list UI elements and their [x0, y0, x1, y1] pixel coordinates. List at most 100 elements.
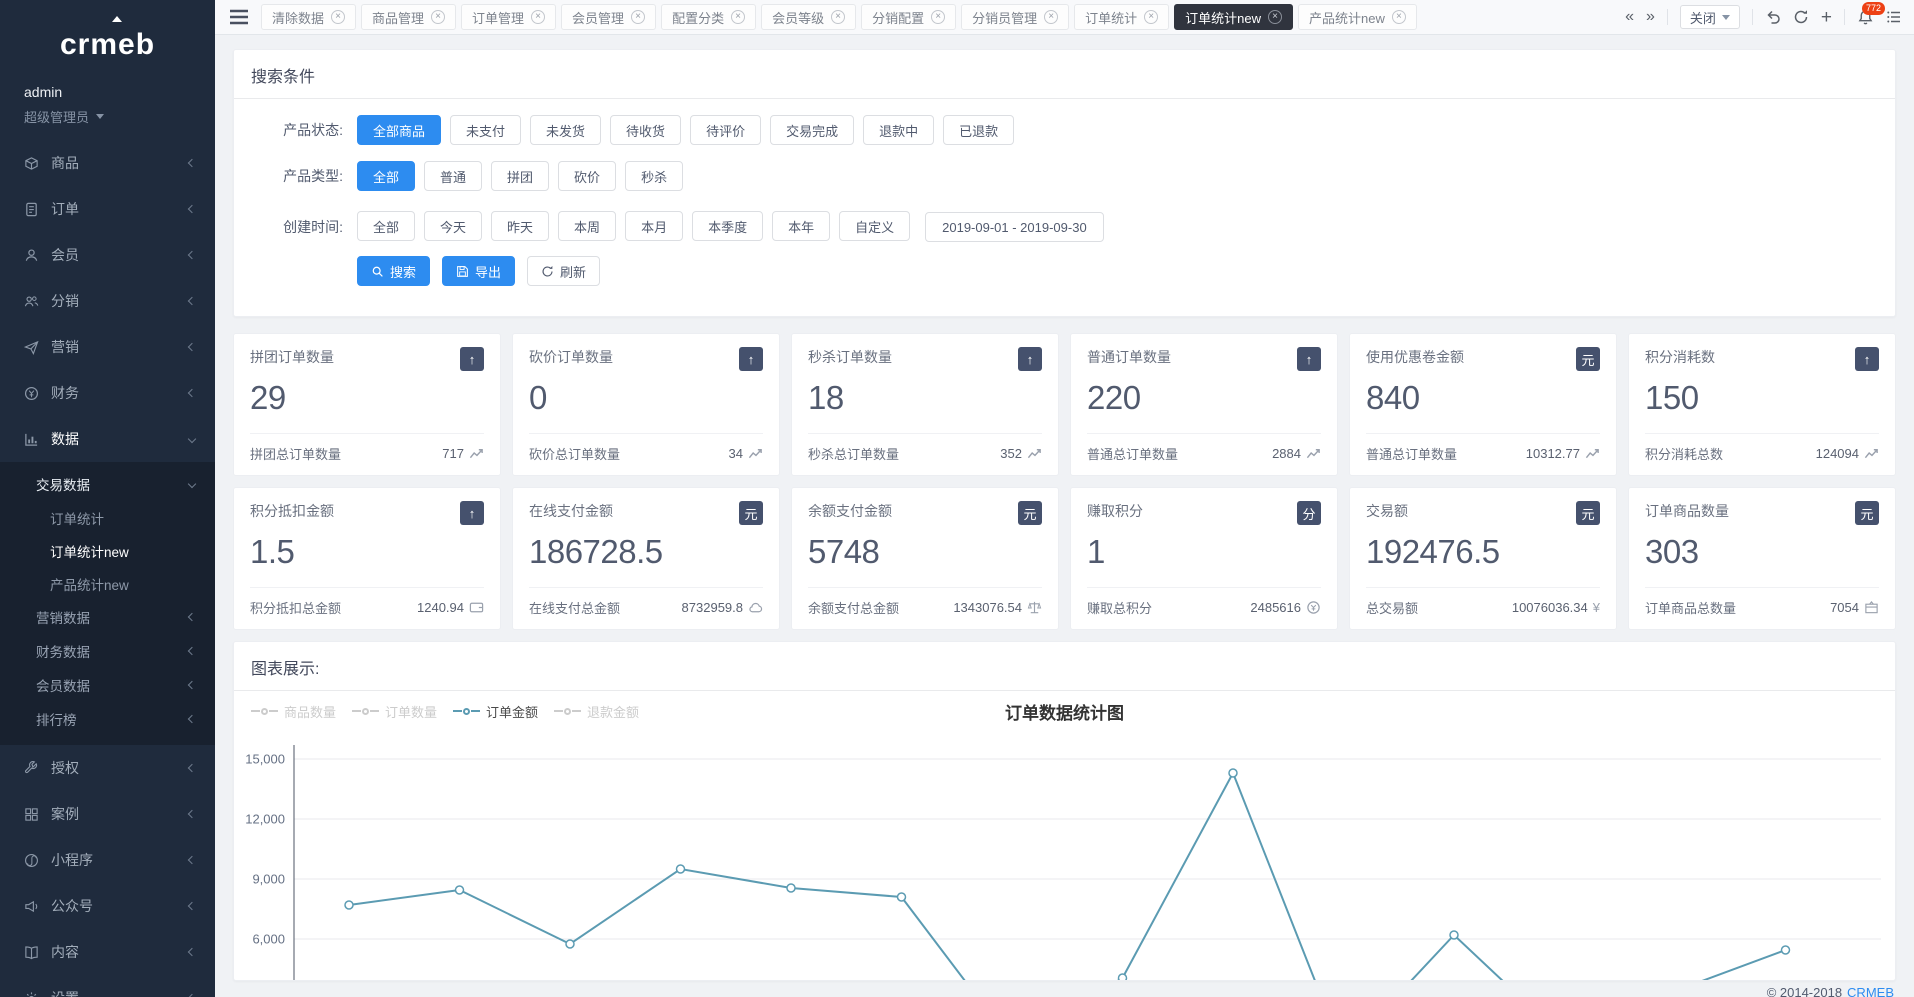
tab-close-icon[interactable]: ×	[331, 10, 345, 24]
tab-close-icon[interactable]: ×	[931, 10, 945, 24]
scroll-tabs-left-icon[interactable]: «	[1625, 9, 1634, 25]
sidebar-item-marketing[interactable]: 营销	[0, 324, 215, 370]
sidebar-item-marketing-data[interactable]: 营销数据	[0, 600, 215, 634]
sidebar-item-label: 公众号	[51, 896, 93, 916]
export-button[interactable]: 导出	[442, 256, 515, 286]
legend-item-refund-amount[interactable]: 退款金额	[554, 702, 639, 721]
tab-close-icon[interactable]: ×	[431, 10, 445, 24]
filter-create-time-option-3[interactable]: 本周	[558, 211, 616, 241]
sidebar-item-case[interactable]: 案例	[0, 791, 215, 837]
filter-create-time-option-1[interactable]: 今天	[424, 211, 482, 241]
coin-icon	[1306, 600, 1321, 615]
tab-close-icon[interactable]: ×	[731, 10, 745, 24]
filter-product-type-option-4[interactable]: 秒杀	[625, 161, 683, 191]
filter-create-time-option-7[interactable]: 自定义	[839, 211, 910, 241]
crmeb-link[interactable]: CRMEB	[1847, 985, 1894, 997]
tab-5[interactable]: 会员等级 ×	[761, 4, 856, 30]
stat-card-sub-value: 7054	[1830, 600, 1879, 615]
filter-create-time-option-5[interactable]: 本季度	[692, 211, 763, 241]
arrow-up-badge-icon: ↑	[1855, 347, 1879, 371]
filter-create-time-option-4[interactable]: 本月	[625, 211, 683, 241]
sidebar-item-finance[interactable]: 财务	[0, 370, 215, 416]
sidebar-item-member[interactable]: 会员	[0, 232, 215, 278]
close-tabs-dropdown[interactable]: 关闭	[1680, 5, 1740, 29]
tab-close-icon[interactable]: ×	[831, 10, 845, 24]
refresh-button[interactable]: 刷新	[527, 256, 600, 286]
tab-label: 清除数据	[272, 8, 324, 27]
sidebar-item-auth[interactable]: 授权	[0, 745, 215, 791]
tab-0[interactable]: 清除数据 ×	[261, 4, 356, 30]
stat-card-value: 5748	[808, 533, 1042, 571]
tab-close-icon[interactable]: ×	[631, 10, 645, 24]
sidebar-item-product-stats-new[interactable]: 产品统计new	[0, 567, 215, 600]
tab-2[interactable]: 订单管理 ×	[461, 4, 556, 30]
sidebar-item-settings[interactable]: 设置	[0, 975, 215, 997]
sidebar-item-finance-data[interactable]: 财务数据	[0, 634, 215, 668]
sidebar-item-order-stats[interactable]: 订单统计	[0, 501, 215, 534]
refresh-icon[interactable]	[1793, 9, 1809, 25]
filter-product-status-option-1[interactable]: 未支付	[450, 115, 521, 145]
hamburger-icon[interactable]	[227, 5, 251, 29]
sidebar-item-label: 分销	[51, 291, 79, 311]
undo-icon[interactable]	[1765, 9, 1781, 25]
legend-item-order-count[interactable]: 订单数量	[352, 702, 437, 721]
sidebar-item-content[interactable]: 内容	[0, 929, 215, 975]
sidebar-item-trade-data[interactable]: 交易数据	[0, 467, 215, 501]
legend-item-order-amount[interactable]: 订单金额	[453, 702, 538, 721]
sidebar-item-miniapp[interactable]: 小程序	[0, 837, 215, 883]
tab-close-icon[interactable]: ×	[1144, 10, 1158, 24]
tab-10[interactable]: 产品统计new ×	[1298, 4, 1417, 30]
filter-product-type-option-1[interactable]: 普通	[424, 161, 482, 191]
scroll-tabs-right-icon[interactable]: »	[1646, 9, 1655, 25]
filter-create-time-option-0[interactable]: 全部	[357, 211, 415, 241]
refresh-button-label: 刷新	[560, 262, 586, 281]
tab-9[interactable]: 订单统计new ×	[1174, 4, 1293, 30]
add-tab-icon[interactable]: +	[1821, 8, 1832, 27]
notifications-bell-icon[interactable]: 772	[1857, 9, 1874, 26]
send-icon	[24, 340, 39, 355]
sidebar-item-data[interactable]: 数据	[0, 416, 215, 462]
tab-close-icon[interactable]: ×	[531, 10, 545, 24]
filter-create-time-option-6[interactable]: 本年	[772, 211, 830, 241]
filter-product-type-option-0[interactable]: 全部	[357, 161, 415, 191]
tab-1[interactable]: 商品管理 ×	[361, 4, 456, 30]
arrow-up-badge-icon: ↑	[739, 347, 763, 371]
tab-close-icon[interactable]: ×	[1392, 10, 1406, 24]
sidebar-item-ranking[interactable]: 排行榜	[0, 702, 215, 736]
sidebar-item-distribution[interactable]: 分销	[0, 278, 215, 324]
tab-close-icon[interactable]: ×	[1044, 10, 1058, 24]
sidebar-item-order-stats-new[interactable]: 订单统计new	[0, 534, 215, 567]
sidebar-item-member-data[interactable]: 会员数据	[0, 668, 215, 702]
sidebar-item-official-account[interactable]: 公众号	[0, 883, 215, 929]
sidebar-item-order[interactable]: 订单	[0, 186, 215, 232]
filter-product-type-option-2[interactable]: 拼团	[491, 161, 549, 191]
filter-product-status-option-2[interactable]: 未发货	[530, 115, 601, 145]
box-icon	[1864, 600, 1879, 615]
sidebar-item-product[interactable]: 商品	[0, 140, 215, 186]
filter-product-status-option-7[interactable]: 已退款	[943, 115, 1014, 145]
stat-card-sub-value: 352	[1000, 446, 1042, 461]
list-menu-icon[interactable]	[1886, 9, 1902, 25]
legend-label: 商品数量	[284, 702, 336, 721]
tab-7[interactable]: 分销员管理 ×	[961, 4, 1069, 30]
search-button[interactable]: 搜索	[357, 256, 430, 286]
date-range-input[interactable]: 2019-09-01 - 2019-09-30	[925, 212, 1104, 242]
legend-item-product-count[interactable]: 商品数量	[251, 702, 336, 721]
user-role-dropdown[interactable]: 超级管理员	[24, 107, 191, 126]
stat-card-value: 840	[1366, 379, 1600, 417]
legend-marker	[471, 710, 480, 712]
tab-close-icon[interactable]: ×	[1268, 10, 1282, 24]
tab-8[interactable]: 订单统计 ×	[1074, 4, 1169, 30]
tab-3[interactable]: 会员管理 ×	[561, 4, 656, 30]
tab-4[interactable]: 配置分类 ×	[661, 4, 756, 30]
filter-row-product-status: 产品状态: 全部商品未支付未发货待收货待评价交易完成退款中已退款	[234, 115, 1895, 145]
filter-product-status-option-4[interactable]: 待评价	[690, 115, 761, 145]
filter-product-status-option-6[interactable]: 退款中	[863, 115, 934, 145]
filter-product-status-option-5[interactable]: 交易完成	[770, 115, 854, 145]
tab-6[interactable]: 分销配置 ×	[861, 4, 956, 30]
filter-product-status-option-3[interactable]: 待收货	[610, 115, 681, 145]
stat-card: 余额支付金额元 5748 余额支付总金额 1343076.54	[791, 487, 1059, 630]
filter-product-type-option-3[interactable]: 砍价	[558, 161, 616, 191]
filter-create-time-option-2[interactable]: 昨天	[491, 211, 549, 241]
filter-product-status-option-0[interactable]: 全部商品	[357, 115, 441, 145]
